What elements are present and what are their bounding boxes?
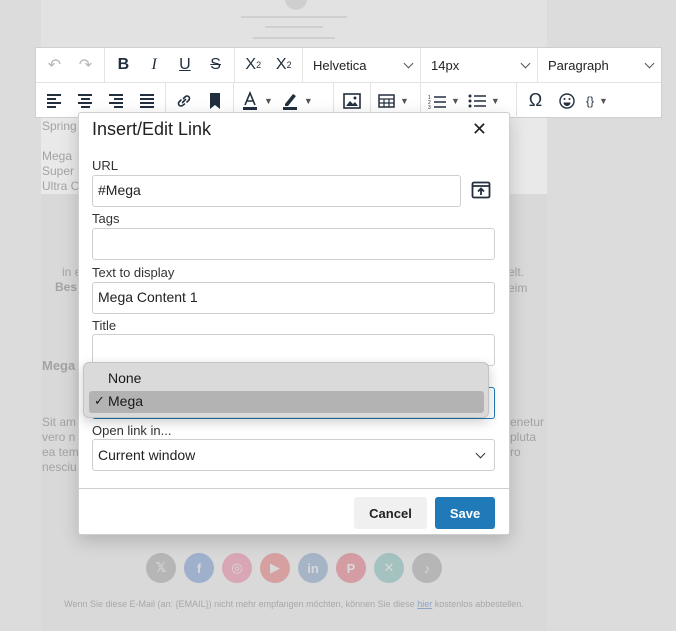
subscript-icon[interactable]: X2 (238, 51, 269, 79)
social-icons: 𝕏 f ◎ ▶ in P ✕ ♪ (146, 553, 442, 583)
url-label: URL (92, 158, 119, 173)
chevron-down-icon (475, 448, 486, 459)
footer-text: Wenn Sie diese E-Mail (an: {EMAIL}) nich… (64, 599, 415, 609)
bg-paragraph: ea tem (42, 445, 79, 459)
save-button[interactable]: Save (435, 497, 495, 529)
bookmark-icon[interactable] (200, 87, 231, 115)
browse-icon[interactable] (471, 181, 493, 201)
option-none[interactable]: None (89, 368, 484, 390)
tags-input[interactable] (92, 228, 495, 260)
option-mega-label: Mega (108, 393, 144, 409)
dialog-footer: Cancel Save (79, 488, 509, 534)
align-justify-icon[interactable] (131, 87, 162, 115)
youtube-icon[interactable]: ▶ (260, 553, 290, 583)
code-snippet-icon[interactable]: {} ▼ (582, 87, 612, 115)
option-mega[interactable]: ✓ Mega (89, 391, 484, 413)
text-to-display-input[interactable]: Mega Content 1 (92, 282, 495, 314)
font-family-value: Helvetica (313, 57, 367, 73)
bg-paragraph: elt. (508, 265, 525, 279)
bg-paragraph: ro (510, 445, 521, 459)
bg-paragraph: Sit am (42, 415, 77, 429)
highlight-color-icon[interactable]: ▼ (277, 87, 317, 115)
redo-icon[interactable]: ↷ (70, 51, 101, 79)
bg-paragraph: pluta (510, 430, 537, 444)
emoji-icon[interactable] (551, 87, 582, 115)
open-link-value: Current window (98, 447, 196, 463)
bullet-list-icon[interactable]: ▼ (464, 87, 504, 115)
email-header-image (41, 0, 547, 48)
bg-paragraph: Bes (55, 280, 78, 294)
italic-icon[interactable]: I (139, 51, 170, 79)
instagram-icon[interactable]: ◎ (222, 553, 252, 583)
chevron-down-icon (520, 58, 531, 68)
editor-toolbar: ↶ ↷ B I U S X2 X2 Helvetica 14px Paragra… (35, 47, 662, 118)
align-right-icon[interactable] (101, 87, 132, 115)
linkedin-icon[interactable]: in (298, 553, 328, 583)
x-icon[interactable]: 𝕏 (146, 553, 176, 583)
bg-paragraph: vero n (42, 430, 76, 444)
image-icon[interactable] (337, 87, 367, 115)
tags-label: Tags (92, 211, 120, 226)
bg-paragraph: nesciu (42, 460, 77, 474)
facebook-icon[interactable]: f (184, 553, 214, 583)
bg-heading: Mega (42, 358, 76, 373)
bg-paragraph: enetur (510, 415, 545, 429)
bg-line: Super (42, 164, 75, 178)
url-input[interactable]: #Mega (92, 175, 461, 207)
special-character-icon[interactable]: Ω (520, 87, 551, 115)
insert-link-dialog: Insert/Edit Link ✕ URL #Mega Tags Text t… (78, 112, 510, 535)
close-icon[interactable]: ✕ (472, 119, 487, 140)
link-icon[interactable] (169, 87, 200, 115)
font-size-value: 14px (431, 57, 460, 73)
text-to-display-label: Text to display (92, 265, 175, 280)
align-left-icon[interactable] (39, 87, 70, 115)
open-link-label: Open link in... (92, 423, 172, 438)
chevron-down-icon (644, 58, 655, 68)
open-link-select[interactable]: Current window (92, 439, 495, 471)
strikethrough-icon[interactable]: S (200, 51, 231, 79)
numbered-list-icon[interactable]: 123 ▼ (424, 87, 464, 115)
bg-line: Spring (42, 119, 77, 133)
checkmark-icon: ✓ (94, 393, 105, 408)
text-color-icon[interactable]: ▼ (237, 87, 277, 115)
underline-icon[interactable]: U (170, 51, 201, 79)
unsubscribe-link[interactable]: hier (417, 599, 432, 609)
bg-line: Mega (42, 149, 73, 163)
xing-icon[interactable]: ✕ (374, 553, 404, 583)
block-format-select[interactable]: Paragraph (538, 48, 661, 82)
svg-text:3: 3 (428, 105, 431, 109)
tiktok-icon[interactable]: ♪ (412, 553, 442, 583)
chevron-down-icon (403, 58, 414, 68)
bg-line: Ultra C (42, 179, 80, 193)
bg-paragraph: eim (508, 281, 528, 295)
cancel-button[interactable]: Cancel (354, 497, 427, 529)
dialog-title: Insert/Edit Link (92, 119, 212, 139)
font-family-select[interactable]: Helvetica (303, 48, 421, 82)
table-icon[interactable]: ▼ (374, 87, 413, 115)
email-footer: Wenn Sie diese E-Mail (an: {EMAIL}) nich… (0, 599, 588, 609)
title-label: Title (92, 318, 117, 333)
font-size-select[interactable]: 14px (421, 48, 538, 82)
superscript-icon[interactable]: X2 (269, 51, 300, 79)
pinterest-icon[interactable]: P (336, 553, 366, 583)
align-center-icon[interactable] (70, 87, 101, 115)
undo-icon[interactable]: ↶ (39, 51, 70, 79)
block-format-value: Paragraph (548, 57, 609, 73)
bold-icon[interactable]: B (108, 51, 139, 79)
footer-tail: kostenlos abbestellen. (434, 599, 524, 609)
link-list-dropdown: None ✓ Mega (83, 362, 489, 418)
